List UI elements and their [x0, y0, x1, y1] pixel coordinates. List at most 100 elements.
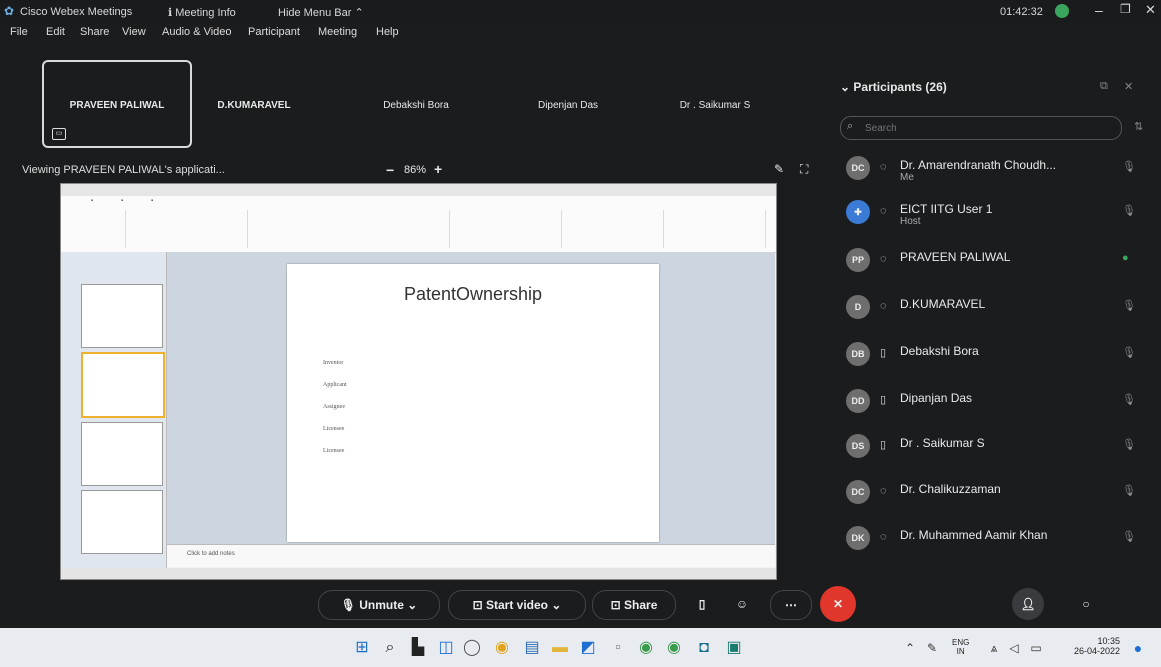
restore-icon[interactable]: ❐ — [1120, 2, 1131, 16]
powerpoint-icon[interactable]: ▣ — [724, 638, 744, 658]
windows-start-icon[interactable]: ⊞ — [352, 638, 372, 658]
chrome-icon[interactable]: ◉ — [636, 638, 656, 658]
notes-pane[interactable]: Click to add notes — [167, 544, 775, 567]
participant-row[interactable]: PP ◌ PRAVEEN PALIWAL ● — [840, 240, 1140, 280]
search-input[interactable] — [863, 120, 1107, 136]
video-tile-kumaravel[interactable]: D.KUMARAVEL — [184, 62, 324, 144]
record-button[interactable]: ▯ — [688, 590, 716, 618]
participant-role: Host — [900, 216, 921, 227]
menu-help[interactable]: Help — [376, 26, 399, 38]
participant-row[interactable]: DD ▯ Dipanjan Das 🎙︎ — [840, 381, 1140, 421]
webex-icon[interactable]: ◘ — [694, 638, 714, 658]
video-tile-saikumar[interactable]: Dr . Saikumar S — [645, 62, 785, 144]
chrome-icon[interactable]: ◉ — [492, 638, 512, 658]
leave-meeting-button[interactable]: ✕ — [820, 586, 856, 622]
menu-edit[interactable]: Edit — [46, 26, 65, 38]
participant-row[interactable]: DB ▯ Debakshi Bora 🎙︎ — [840, 334, 1140, 374]
mic-active-icon[interactable]: ● — [1122, 252, 1134, 266]
status-icon — [1055, 4, 1069, 18]
start-video-button[interactable]: ⊡ Start video ⌄ — [448, 590, 586, 620]
hide-menu-bar-button[interactable]: Hide Menu Bar ⌃ — [278, 6, 364, 19]
ribbon-group — [563, 210, 664, 248]
mic-muted-icon[interactable]: 🎙︎ — [1122, 346, 1136, 360]
chat-button[interactable]: ○ — [1072, 590, 1100, 618]
shared-screen[interactable]: ▪ ▪ ▪ PatentOwnership Inventor Applicant… — [60, 183, 777, 580]
audio-connected-icon: ◌ — [880, 253, 887, 265]
store-icon[interactable]: ◩ — [578, 638, 598, 658]
participant-row[interactable]: D ◌ D.KUMARAVEL 🎙︎ — [840, 287, 1140, 327]
mic-muted-icon[interactable]: 🎙︎ — [1122, 530, 1136, 544]
minimize-icon[interactable]: – — [1095, 2, 1103, 18]
zoom-level: 86% — [404, 164, 427, 176]
pen-icon[interactable]: ✎ — [922, 638, 942, 658]
sort-icon[interactable]: ⇅ — [1134, 120, 1143, 133]
wifi-icon[interactable]: ⩓ — [984, 638, 1004, 658]
mic-muted-icon[interactable]: 🎙︎ — [1122, 438, 1136, 452]
slide-thumbnail-selected[interactable] — [81, 352, 165, 418]
more-options-button[interactable]: ⋯ — [770, 590, 812, 620]
notification-icon[interactable]: ● — [1128, 638, 1148, 658]
menu-file[interactable]: File — [10, 26, 28, 38]
clock[interactable]: 10:35 26-04-2022 — [1058, 636, 1120, 656]
widgets-icon[interactable]: ◫ — [436, 638, 456, 658]
meeting-info-button[interactable]: ℹ Meeting Info — [168, 6, 236, 19]
task-view-icon[interactable]: ▙ — [408, 638, 428, 658]
panel-close-icon[interactable]: ✕ — [1124, 80, 1133, 93]
participants-header[interactable]: ⌄ Participants (26) — [840, 80, 947, 94]
participants-toggle-button[interactable]: 👤︎ — [1012, 588, 1044, 620]
fullscreen-icon[interactable]: ⛶ — [800, 162, 808, 177]
participant-row[interactable]: DS ▯ Dr . Saikumar S 🎙︎ — [840, 426, 1140, 466]
share-button[interactable]: ⊡ Share — [592, 590, 676, 620]
menu-audio-video[interactable]: Audio & Video — [162, 26, 232, 38]
participant-name: Dr. Chalikuzzaman — [900, 482, 1001, 496]
participant-row[interactable]: DK ◌ Dr. Muhammed Aamir Khan 🎙︎ — [840, 518, 1140, 558]
slide-thumbnail[interactable] — [81, 284, 163, 348]
chrome-icon[interactable]: ◉ — [664, 638, 684, 658]
unmute-button[interactable]: 🎙︎ Unmute ⌄ — [318, 590, 440, 620]
mic-muted-icon[interactable]: 🎙︎ — [1122, 204, 1136, 218]
reactions-button[interactable]: ☺ — [728, 590, 756, 618]
ribbon-group — [127, 210, 248, 248]
mic-muted-icon[interactable]: 🎙︎ — [1122, 484, 1136, 498]
start-video-label: Start video — [485, 598, 548, 612]
menu-participant[interactable]: Participant — [248, 26, 300, 38]
avatar: DB — [846, 342, 870, 366]
annotate-icon[interactable]: ✎ — [774, 162, 784, 176]
close-icon[interactable]: ✕ — [1145, 2, 1156, 18]
slide-thumbnail[interactable] — [81, 422, 163, 486]
video-tile-dipenjan[interactable]: Dipenjan Das — [498, 62, 638, 144]
chevron-down-icon: ⌄ — [407, 598, 418, 612]
slide-bullet: Assignee — [323, 404, 345, 410]
participant-row[interactable]: DC ◌ Dr. Chalikuzzaman 🎙︎ — [840, 472, 1140, 512]
language-indicator[interactable]: ENG IN — [952, 638, 969, 656]
video-tile-praveen[interactable]: PRAVEEN PALIWAL ▭ — [42, 60, 192, 148]
meeting-timer: 01:42:32 — [1000, 6, 1043, 18]
mic-muted-icon[interactable]: 🎙︎ — [1122, 393, 1136, 407]
participant-name: D.KUMARAVEL — [900, 297, 986, 311]
menu-share[interactable]: Share — [80, 26, 109, 38]
chat-icon[interactable]: ◯ — [462, 638, 482, 658]
zoom-in-button[interactable]: + — [434, 161, 442, 177]
mic-muted-icon[interactable]: 🎙︎ — [1122, 160, 1136, 174]
participant-search[interactable]: ⌕ — [840, 116, 1122, 140]
ribbon-group — [65, 210, 126, 248]
zoom-out-button[interactable]: − — [386, 162, 394, 178]
mic-muted-icon[interactable]: 🎙︎ — [1122, 299, 1136, 313]
app-icon[interactable]: ▫ — [608, 638, 628, 658]
title-bar: ✿ Cisco Webex Meetings ℹ Meeting Info Hi… — [0, 0, 1161, 24]
chevron-up-icon[interactable]: ⌃ — [900, 638, 920, 658]
menu-view[interactable]: View — [122, 26, 146, 38]
slide-bullet: Licensee — [323, 448, 345, 454]
participant-row[interactable]: ✚ ◌ EICT IITG User 1 Host 🎙︎ — [840, 192, 1140, 232]
volume-icon[interactable]: ◁ — [1004, 638, 1024, 658]
search-icon[interactable]: ⌕ — [380, 638, 400, 658]
popout-icon[interactable]: ⧉ — [1100, 80, 1108, 93]
battery-icon[interactable]: ▭ — [1026, 638, 1046, 658]
video-tile-debakshi[interactable]: Debakshi Bora — [346, 62, 486, 144]
notepad-icon[interactable]: ▤ — [522, 638, 542, 658]
search-icon: ⌕ — [847, 120, 854, 132]
slide-thumbnail[interactable] — [81, 490, 163, 554]
file-explorer-icon[interactable]: ▬ — [550, 638, 570, 658]
participant-row[interactable]: DC ◌ Dr. Amarendranath Choudh... Me 🎙︎ — [840, 148, 1140, 188]
menu-meeting[interactable]: Meeting — [318, 26, 357, 38]
